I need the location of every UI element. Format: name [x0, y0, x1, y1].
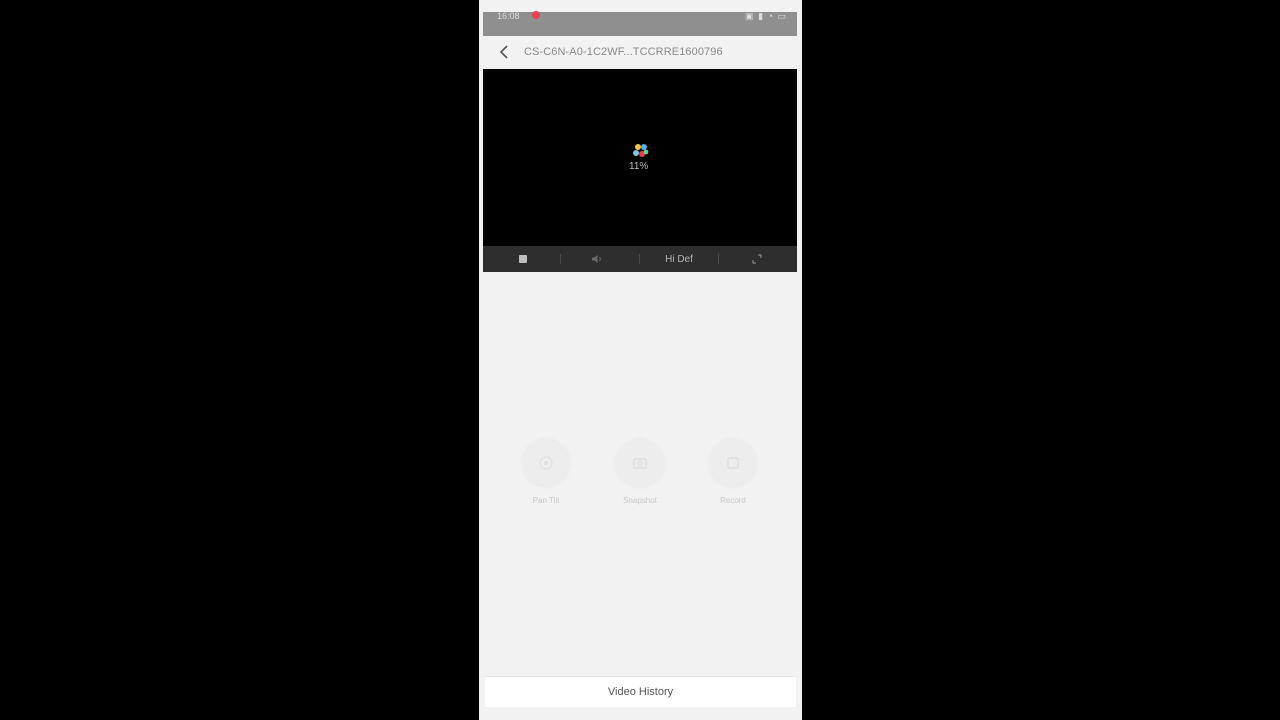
app-header: CS-C6N-A0-1C2WF...TCCRRE1600796	[479, 36, 802, 70]
divider	[718, 254, 719, 264]
loading-percent: 11%	[629, 161, 649, 172]
record-icon	[710, 440, 756, 486]
fullscreen-icon	[752, 254, 762, 264]
status-time: 16:08	[497, 11, 520, 21]
player-controls: Hi Def	[483, 246, 797, 272]
back-arrow-icon[interactable]	[497, 44, 513, 60]
live-video-player[interactable]: 11% Hi Def	[483, 69, 797, 272]
pan-tilt-icon	[523, 440, 569, 486]
video-history-bar[interactable]: Video History	[485, 676, 796, 707]
snapshot-label: Snapshot	[623, 496, 657, 505]
stop-button[interactable]	[505, 246, 541, 272]
divider	[560, 254, 561, 264]
signal-icon: ▮	[758, 11, 765, 21]
divider	[639, 254, 640, 264]
snapshot-button[interactable]: Snapshot	[610, 440, 670, 505]
record-button[interactable]: Record	[703, 440, 763, 505]
fullscreen-button[interactable]	[739, 246, 775, 272]
camera-actions: Pan Tilt Snapshot Record	[479, 440, 802, 510]
snapshot-icon	[617, 440, 663, 486]
device-title: CS-C6N-A0-1C2WF...TCCRRE1600796	[524, 46, 723, 58]
status-icons: ▣ ▮ ◔ ▭	[745, 11, 787, 22]
pan-tilt-button[interactable]: Pan Tilt	[516, 440, 576, 505]
status-bar: 16:08 ▣ ▮ ◔ ▭	[483, 11, 797, 36]
wifi-icon: ◔	[767, 11, 774, 21]
speaker-icon	[592, 255, 601, 263]
video-history-label: Video History	[607, 686, 674, 698]
loading-spinner-icon	[633, 144, 649, 157]
pan-tilt-label: Pan Tilt	[532, 496, 560, 505]
battery-icon: ▭	[777, 11, 787, 21]
record-label: Record	[720, 496, 746, 505]
recording-indicator-icon	[532, 11, 540, 19]
sound-button[interactable]	[579, 246, 615, 272]
stop-icon	[519, 255, 527, 263]
phone-screen: 16:08 ▣ ▮ ◔ ▭ CS-C6N-A0-1C2WF...TCCRRE16…	[479, 0, 802, 720]
notification-icon: ▣	[745, 11, 755, 21]
definition-button[interactable]: Hi Def	[653, 246, 705, 272]
